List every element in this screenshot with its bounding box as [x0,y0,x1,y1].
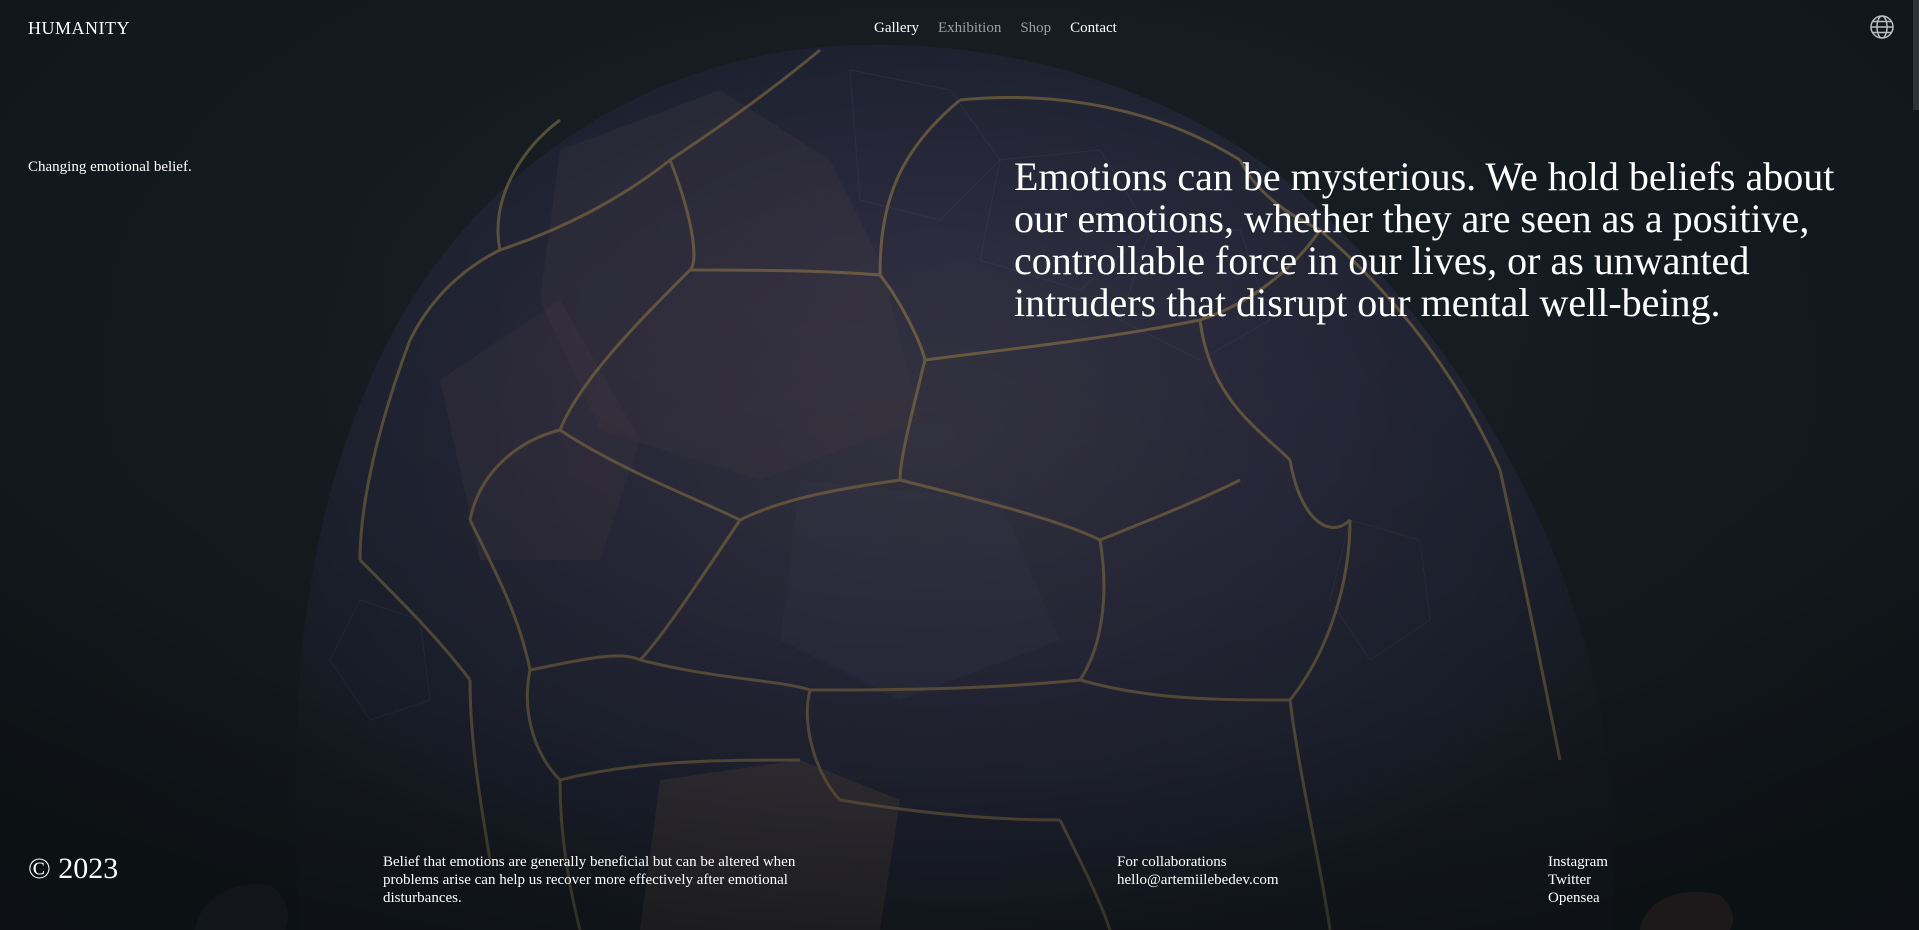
nav-exhibition[interactable]: Exhibition [938,20,1001,37]
nav-contact[interactable]: Contact [1070,20,1117,37]
site-footer: © 2023 Belief that emotions are generall… [0,848,1919,930]
collab-email-link[interactable]: hello@artemiilebedev.com [1117,872,1279,888]
hero-tagline: Changing emotional belief. [28,159,192,175]
collaboration-contact: For collaborations hello@artemiilebedev.… [1117,853,1279,889]
social-link-twitter[interactable]: Twitter [1548,871,1608,889]
hero-artwork [0,0,1919,930]
site-header: HUMANITY Gallery Exhibition Shop Contact [0,0,1919,58]
site-logo[interactable]: HUMANITY [28,18,130,39]
nav-shop[interactable]: Shop [1020,20,1051,37]
social-link-opensea[interactable]: Opensea [1548,889,1608,907]
social-link-instagram[interactable]: Instagram [1548,853,1608,871]
globe-icon[interactable] [1869,14,1895,40]
collab-label: For collaborations [1117,854,1227,870]
social-links: Instagram Twitter Opensea [1548,853,1608,907]
page: HUMANITY Gallery Exhibition Shop Contact… [0,0,1919,930]
main-nav: Gallery Exhibition Shop Contact [874,20,1117,37]
nav-gallery[interactable]: Gallery [874,20,919,37]
hero-statement: Emotions can be mysterious. We hold beli… [1014,154,1835,325]
copyright: © 2023 [28,852,119,885]
scrollbar-thumb[interactable] [1913,0,1919,110]
footer-description: Belief that emotions are generally benef… [383,854,796,906]
